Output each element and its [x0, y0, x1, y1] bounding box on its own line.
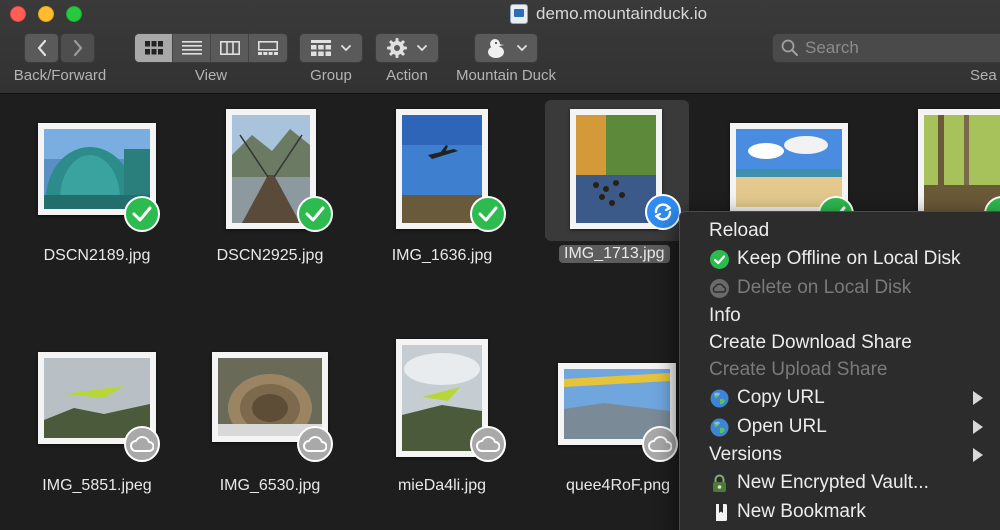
menu-item-label: Versions: [709, 444, 782, 465]
list-view-button[interactable]: [173, 34, 211, 62]
file-name: IMG_5851.jpeg: [42, 477, 152, 494]
cloud-icon: [124, 426, 160, 462]
sync-icon: [645, 194, 681, 230]
photo-bees-image: [576, 115, 656, 223]
forward-button[interactable]: [60, 33, 95, 63]
search-field[interactable]: Search: [772, 33, 1000, 63]
context-menu: Reload Keep Offline on Local Disk Delete…: [679, 211, 1000, 530]
menu-item-label: Copy URL: [737, 387, 825, 408]
cloud-icon: [642, 426, 678, 462]
menu-item-label: Create Download Share: [709, 332, 912, 353]
window-title: demo.mountainduck.io: [510, 3, 707, 25]
duck-icon: [488, 39, 504, 58]
file-name: DSCN2925.jpg: [216, 247, 324, 264]
photo-beehive-image: [218, 358, 322, 436]
grid-icon: [144, 41, 163, 55]
search-icon: [781, 39, 798, 56]
globe-icon: [710, 418, 729, 437]
group-button[interactable]: [299, 33, 363, 63]
vault-icon: [713, 474, 726, 492]
gallery-icon: [258, 41, 278, 55]
chevron-down-icon: [341, 44, 351, 51]
file-name: IMG_6530.jpg: [219, 477, 321, 494]
menu-item-label: Reload: [709, 220, 770, 241]
photo-hangglider-image: [44, 358, 150, 438]
back-button[interactable]: [24, 33, 59, 63]
menu-item-label: Delete on Local Disk: [737, 277, 912, 298]
group-grid-icon: [311, 40, 331, 56]
menu-item-new-bookmark[interactable]: New Bookmark: [680, 498, 1000, 526]
menu-item-create-upload-share: Create Upload Share: [680, 356, 1000, 384]
action-label: Action: [386, 67, 428, 84]
file-name: IMG_1636.jpg: [391, 247, 493, 264]
columns-icon: [219, 41, 240, 55]
chevron-down-icon: [417, 44, 427, 51]
view-label: View: [194, 67, 228, 84]
menu-item-create-download-share[interactable]: Create Download Share: [680, 329, 1000, 357]
check-icon: [470, 196, 506, 232]
view-mode-control[interactable]: [134, 33, 288, 63]
menu-item-label: New Encrypted Vault...: [737, 472, 929, 493]
green-check-icon: [710, 250, 729, 269]
check-icon: [297, 196, 333, 232]
gallery-view-button[interactable]: [249, 34, 287, 62]
menu-item-label: Open URL: [737, 416, 827, 437]
menu-item-open-url[interactable]: Open URL: [680, 413, 1000, 441]
gear-icon: [387, 38, 407, 58]
file-name: mieDa4li.jpg: [397, 477, 487, 494]
disk-icon[interactable]: [510, 4, 528, 24]
list-icon: [181, 41, 202, 55]
bookmark-icon: [712, 504, 727, 521]
group-label: Group: [310, 67, 352, 84]
menu-item-new-encrypted-vault[interactable]: New Encrypted Vault...: [680, 469, 1000, 497]
submenu-arrow-icon: [973, 420, 983, 434]
icon-view-button[interactable]: [135, 34, 173, 62]
minimize-window-button[interactable]: [38, 6, 54, 22]
menu-item-versions[interactable]: Versions: [680, 441, 1000, 469]
menu-item-delete-local: Delete on Local Disk: [680, 274, 1000, 302]
globe-icon: [710, 389, 729, 408]
menu-item-reload[interactable]: Reload: [680, 217, 1000, 245]
column-view-button[interactable]: [211, 34, 249, 62]
photo-plane-image: [402, 115, 482, 223]
cloud-icon: [297, 426, 333, 462]
menu-item-label: New Bookmark: [737, 501, 866, 522]
menu-item-copy-url[interactable]: Copy URL: [680, 384, 1000, 412]
search-label: Sea: [970, 67, 997, 84]
window-toolbar: demo.mountainduck.io Back/Forward View G…: [0, 0, 1000, 94]
search-placeholder: Search: [805, 38, 859, 57]
submenu-arrow-icon: [973, 448, 983, 462]
menu-item-label: Keep Offline on Local Disk: [737, 248, 961, 269]
menu-item-info[interactable]: Info: [680, 302, 1000, 330]
file-name: DSCN2189.jpg: [43, 247, 151, 264]
back-forward-label: Back/Forward: [13, 67, 107, 84]
submenu-arrow-icon: [973, 391, 983, 405]
window-title-text: demo.mountainduck.io: [536, 4, 708, 23]
photo-beach-image: [736, 129, 842, 207]
file-name-selected: IMG_1713.jpg: [559, 245, 670, 263]
menu-item-label: Create Upload Share: [709, 359, 888, 380]
menu-item-label: Info: [709, 305, 741, 326]
menu-item-keep-offline[interactable]: Keep Offline on Local Disk: [680, 245, 1000, 273]
check-icon: [124, 196, 160, 232]
mountain-duck-button[interactable]: [474, 33, 538, 63]
file-name: quee4RoF.png: [565, 477, 671, 494]
photo-glider-sky-image: [402, 345, 482, 451]
chevron-left-icon: [37, 39, 46, 57]
action-button[interactable]: [375, 33, 439, 63]
mountain-duck-label: Mountain Duck: [455, 67, 557, 84]
close-window-button[interactable]: [10, 6, 26, 22]
cloud-icon: [470, 426, 506, 462]
chevron-down-icon: [517, 44, 527, 51]
zoom-window-button[interactable]: [66, 6, 82, 22]
chevron-right-icon: [73, 39, 82, 57]
cloud-icon: [710, 279, 729, 298]
